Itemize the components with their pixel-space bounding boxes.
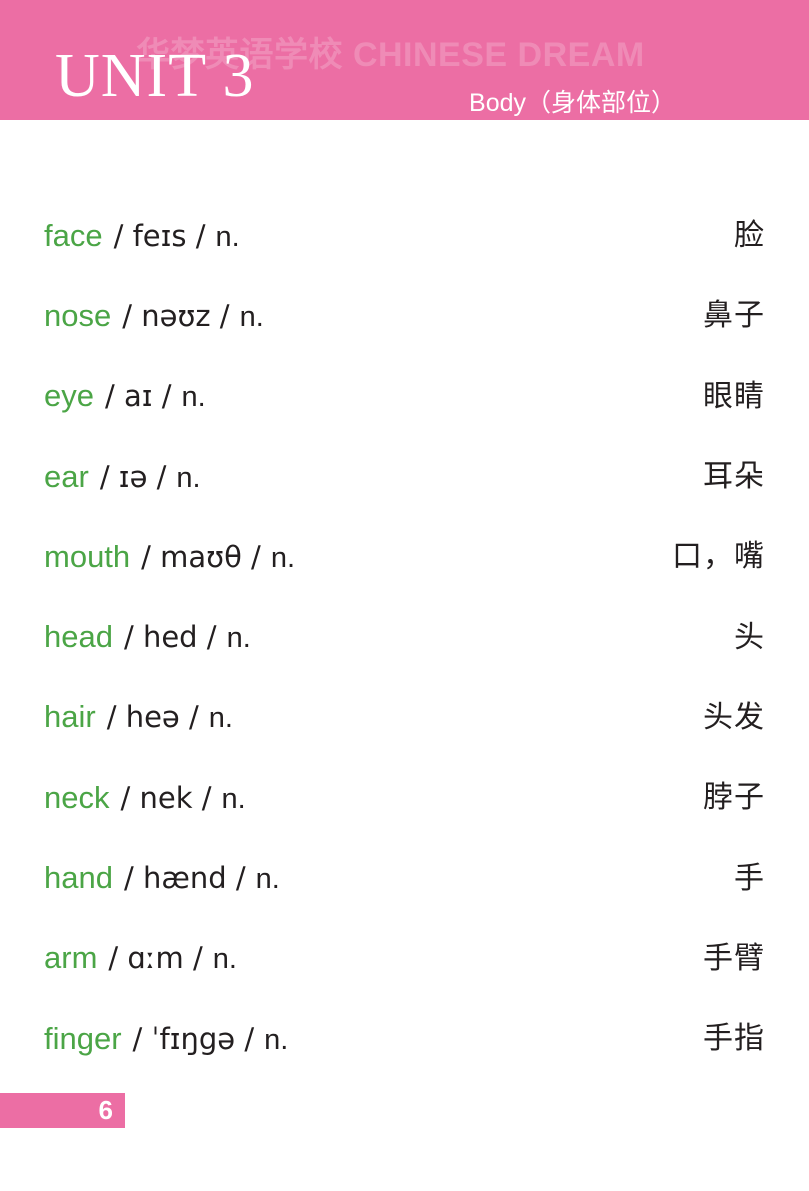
word-phonetic: / nəʊz / xyxy=(122,298,230,333)
word-phonetic: / nek / xyxy=(120,780,212,815)
word-phonetic: / heə / xyxy=(106,700,199,735)
word-chinese: 口，嘴 xyxy=(672,540,765,574)
vocabulary-row: hand / hænd / n. 手 xyxy=(0,838,809,918)
word-part-of-speech: n. xyxy=(226,622,251,655)
word-english: face xyxy=(44,217,103,253)
word-chinese: 头 xyxy=(734,620,765,654)
word-entry: face / feɪs / n. xyxy=(44,217,240,254)
word-part-of-speech: n. xyxy=(215,220,240,253)
word-entry: hand / hænd / n. xyxy=(44,861,280,896)
word-chinese: 头发 xyxy=(703,700,765,734)
word-chinese: 手臂 xyxy=(703,941,765,975)
vocabulary-row: arm / ɑːm / n. 手臂 xyxy=(0,919,809,999)
word-phonetic: / ɪə / xyxy=(99,459,167,494)
vocabulary-row: head / hed / n. 头 xyxy=(0,597,809,677)
word-phonetic: / feɪs / xyxy=(113,218,206,253)
word-part-of-speech: n. xyxy=(181,381,206,414)
word-chinese: 眼睛 xyxy=(703,379,765,413)
word-part-of-speech: n. xyxy=(239,300,264,333)
vocabulary-row: eye / aɪ / n. 眼睛 xyxy=(0,357,809,437)
word-entry: nose / nəʊz / n. xyxy=(44,297,264,334)
word-part-of-speech: n. xyxy=(264,1023,289,1056)
page-header: 华梦英语学校 CHINESE DREAM UNIT 3 Body（身体部位） xyxy=(0,0,809,120)
page-number: 6 xyxy=(98,1095,113,1125)
word-english: eye xyxy=(44,378,94,414)
page-number-bar: 6 xyxy=(0,1093,125,1128)
word-english: hand xyxy=(44,860,113,896)
word-english: arm xyxy=(44,940,98,976)
word-phonetic: / hed / xyxy=(123,620,217,655)
word-english: head xyxy=(44,619,113,655)
word-english: ear xyxy=(44,458,89,494)
word-chinese: 手 xyxy=(734,861,765,895)
vocabulary-row: nose / nəʊz / n. 鼻子 xyxy=(0,276,809,356)
word-part-of-speech: n. xyxy=(255,863,280,896)
worksheet-page: 华梦英语学校 CHINESE DREAM UNIT 3 Body（身体部位） f… xyxy=(0,0,809,1191)
word-chinese: 耳朵 xyxy=(703,460,765,494)
word-chinese: 手指 xyxy=(703,1022,765,1056)
word-part-of-speech: n. xyxy=(208,702,233,735)
word-part-of-speech: n. xyxy=(212,943,237,976)
word-phonetic: / hænd / xyxy=(123,861,246,896)
header-subtitle: Body（身体部位） xyxy=(469,89,676,117)
word-entry: ear / ɪə / n. xyxy=(44,458,201,495)
word-phonetic: / ɑːm / xyxy=(108,941,203,976)
word-english: mouth xyxy=(44,538,131,574)
vocabulary-row: finger / ˈfɪŋgə / n. 手指 xyxy=(0,999,809,1079)
word-part-of-speech: n. xyxy=(176,461,201,494)
word-phonetic: / aɪ / xyxy=(104,379,172,414)
word-entry: neck / nek / n. xyxy=(44,779,246,816)
word-english: nose xyxy=(44,297,112,333)
word-english: neck xyxy=(44,779,110,815)
vocabulary-row: neck / nek / n. 脖子 xyxy=(0,758,809,838)
word-entry: finger / ˈfɪŋgə / n. xyxy=(44,1020,289,1057)
word-entry: hair / heə / n. xyxy=(44,700,233,735)
word-english: finger xyxy=(44,1020,122,1056)
vocabulary-row: hair / heə / n. 头发 xyxy=(0,678,809,758)
word-phonetic: / ˈfɪŋgə / xyxy=(132,1021,255,1056)
word-entry: eye / aɪ / n. xyxy=(44,379,206,414)
vocabulary-row: mouth / maʊθ / n. 口，嘴 xyxy=(0,517,809,597)
vocabulary-row: face / feɪs / n. 脸 xyxy=(0,196,809,276)
vocabulary-list: face / feɪs / n. 脸 nose / nəʊz / n. 鼻子 eye / aɪ /… xyxy=(0,196,809,1079)
word-english: hair xyxy=(44,699,96,735)
word-phonetic: / maʊθ / xyxy=(141,539,261,574)
page-title: UNIT 3 xyxy=(55,42,255,110)
word-entry: head / hed / n. xyxy=(44,620,251,655)
vocabulary-row: ear / ɪə / n. 耳朵 xyxy=(0,437,809,517)
word-chinese: 脖子 xyxy=(703,781,765,815)
word-entry: arm / ɑːm / n. xyxy=(44,941,237,976)
word-part-of-speech: n. xyxy=(221,782,246,815)
word-part-of-speech: n. xyxy=(270,541,296,574)
word-chinese: 鼻子 xyxy=(703,299,765,333)
word-chinese: 脸 xyxy=(734,219,765,253)
word-entry: mouth / maʊθ / n. xyxy=(44,538,296,575)
